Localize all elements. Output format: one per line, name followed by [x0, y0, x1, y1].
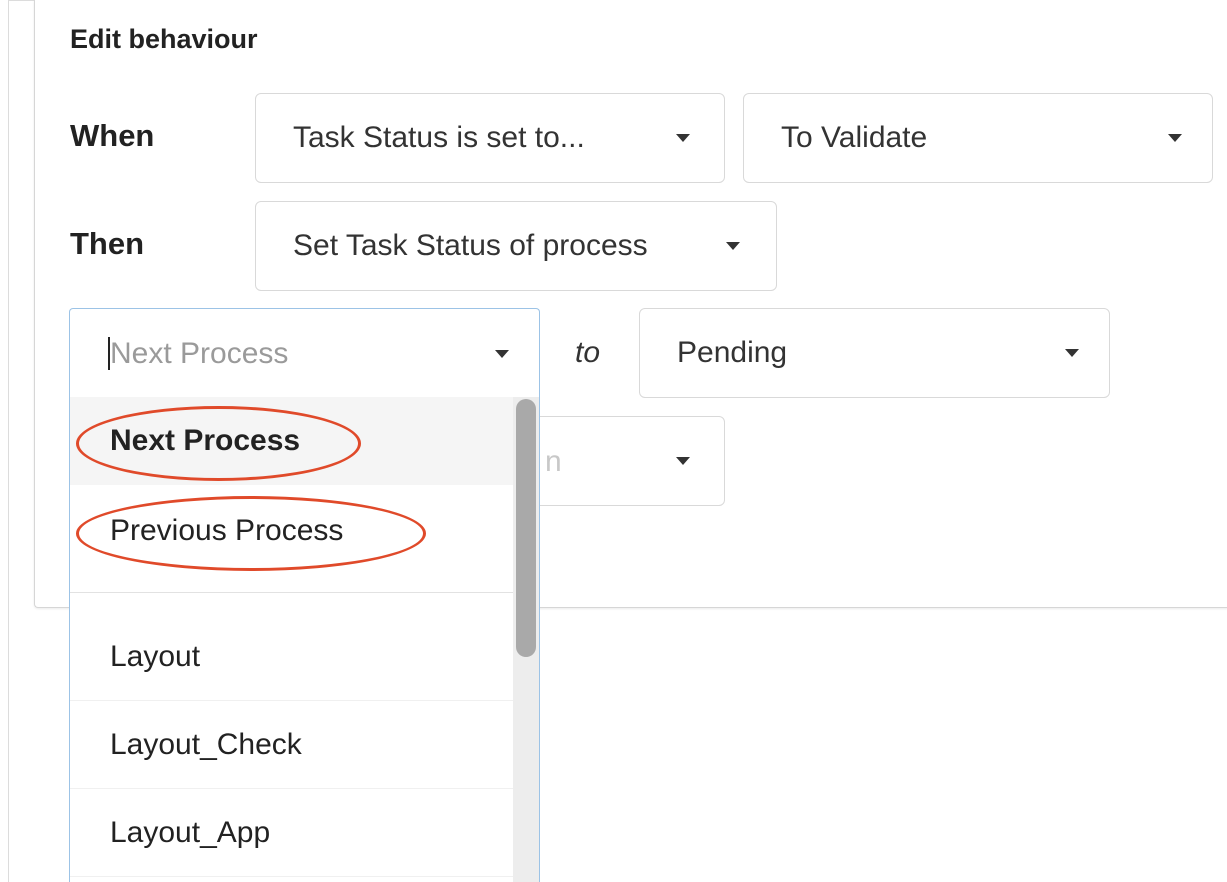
- action-select-value: Set Task Status of process: [293, 229, 648, 262]
- chevron-down-icon: [1168, 134, 1182, 142]
- panel-title: Edit behaviour: [70, 24, 258, 54]
- option-previous-process[interactable]: Previous Process: [70, 487, 513, 575]
- option-label: Layout: [110, 639, 201, 673]
- dropdown-scrollbar[interactable]: [513, 397, 539, 882]
- option-next-process[interactable]: Next Process: [70, 397, 513, 485]
- when-label: When: [70, 118, 155, 153]
- option-label: Next Process: [110, 424, 301, 457]
- option-layout-app[interactable]: Layout_App: [70, 789, 513, 877]
- scrollbar-thumb[interactable]: [516, 399, 536, 657]
- chevron-down-icon: [1065, 349, 1079, 357]
- dropdown-separator: [70, 592, 513, 593]
- option-layout-check[interactable]: Layout_Check: [70, 701, 513, 789]
- to-label: to: [575, 336, 601, 369]
- option-layout[interactable]: Layout: [70, 613, 513, 701]
- option-label: Layout_Check: [110, 727, 302, 761]
- action-select[interactable]: Set Task Status of process: [255, 201, 777, 291]
- status-select[interactable]: Pending: [639, 308, 1110, 398]
- chevron-down-icon: [676, 134, 690, 142]
- obscured-select-fragment: n: [545, 445, 562, 478]
- trigger-select-value: Task Status is set to...: [293, 121, 585, 154]
- chevron-down-icon: [726, 242, 740, 250]
- chevron-down-icon: [495, 349, 509, 358]
- option-label: Layout_App: [110, 815, 271, 849]
- trigger-value-select-value: To Validate: [781, 121, 928, 154]
- chevron-down-icon: [676, 457, 690, 465]
- process-dropdown-menu[interactable]: Next Process Previous Process Layout Lay…: [69, 397, 540, 882]
- option-label: Previous Process: [110, 514, 344, 547]
- target-process-placeholder: Next Process: [110, 336, 289, 370]
- then-label: Then: [70, 226, 145, 261]
- target-process-input[interactable]: Next Process: [69, 308, 540, 398]
- trigger-select[interactable]: Task Status is set to...: [255, 93, 725, 183]
- status-select-value: Pending: [677, 336, 788, 369]
- trigger-value-select[interactable]: To Validate: [743, 93, 1213, 183]
